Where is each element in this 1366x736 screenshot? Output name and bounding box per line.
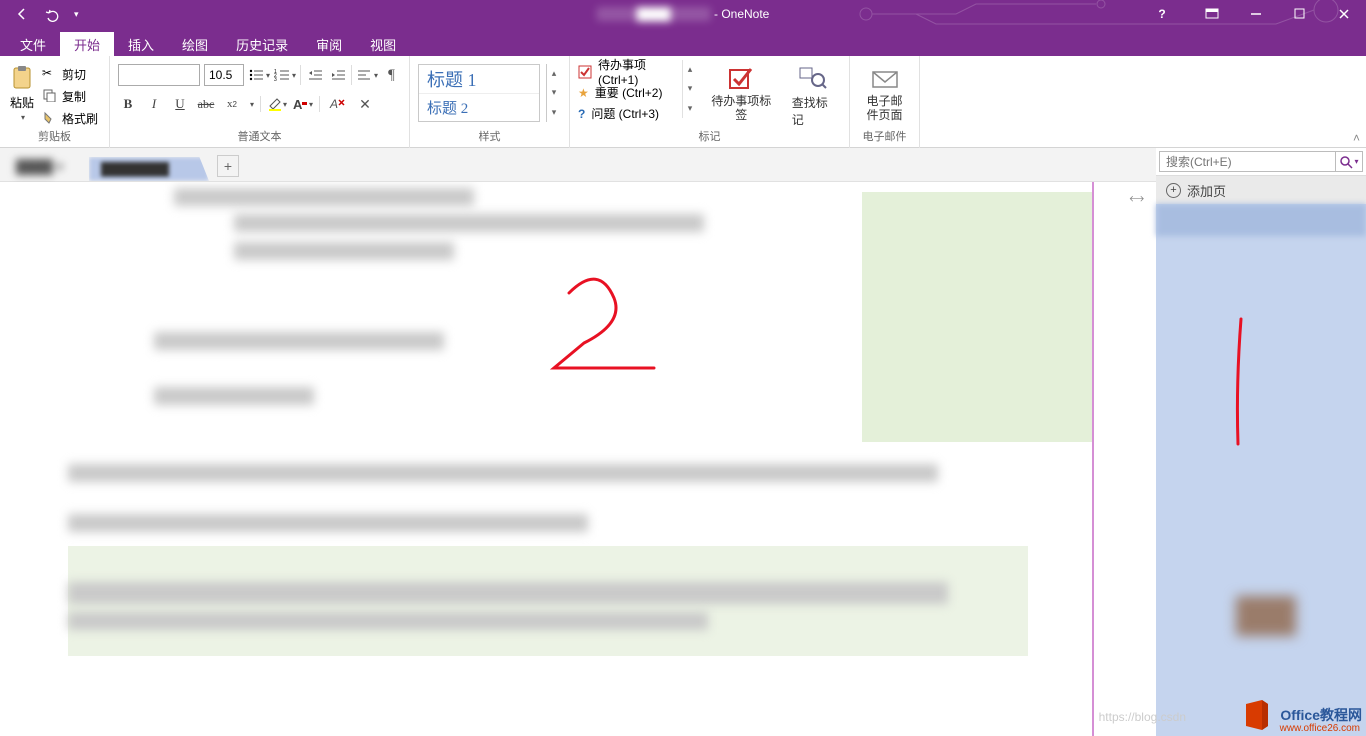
bullets-button[interactable]: ▾ xyxy=(248,65,270,85)
highlight-button[interactable]: ▾ xyxy=(267,95,287,113)
page-item-selected[interactable] xyxy=(1156,204,1366,236)
font-size-combo[interactable] xyxy=(204,64,244,86)
notebook-dropdown[interactable]: ████ ▾ xyxy=(0,153,79,181)
undo-icon[interactable] xyxy=(44,6,60,22)
tag-question[interactable]: ?问题 (Ctrl+3) xyxy=(578,104,678,123)
tab-view[interactable]: 视图 xyxy=(356,32,410,56)
styles-scroll[interactable]: ▴▾▾ xyxy=(546,64,561,122)
section-tabs-bar: ████ ▾ ████████ + xyxy=(0,148,1156,182)
tag-todo[interactable]: 待办事项 (Ctrl+1) xyxy=(578,62,678,81)
content-block xyxy=(862,192,1092,442)
bold-button[interactable]: B xyxy=(118,95,138,113)
tab-file[interactable]: 文件 xyxy=(6,32,60,56)
ribbon-tabs: 文件 开始 插入 绘图 历史记录 审阅 视图 xyxy=(0,28,1366,56)
strike-button[interactable]: abc xyxy=(196,95,216,113)
group-tags: 待办事项 (Ctrl+1) ★重要 (Ctrl+2) ?问题 (Ctrl+3) … xyxy=(570,56,850,148)
add-page-button[interactable]: + 添加页 xyxy=(1156,176,1366,204)
tags-scroll[interactable]: ▴▾▾ xyxy=(682,60,696,118)
title-bar: ▾ ████ - OneNote ? xyxy=(0,0,1366,28)
group-label-styles: 样式 xyxy=(418,128,561,146)
align-button[interactable]: ▾ xyxy=(356,65,378,85)
tab-home[interactable]: 开始 xyxy=(60,32,114,56)
group-clipboard: 粘贴▾ ✂剪切 复制 格式刷 剪贴板 xyxy=(0,56,110,148)
star-icon: ★ xyxy=(578,86,589,100)
font-name-combo[interactable] xyxy=(118,64,200,86)
workspace: ████ ▾ ████████ + ⤢ ▾ + xyxy=(0,148,1366,736)
plus-icon: + xyxy=(1166,183,1181,198)
group-label-text: 普通文本 xyxy=(118,128,401,146)
group-label-email: 电子邮件 xyxy=(858,128,911,146)
style-heading1[interactable]: 标题 1 xyxy=(419,65,539,94)
svg-text:3: 3 xyxy=(274,77,277,82)
group-label-clipboard: 剪贴板 xyxy=(8,128,101,146)
expand-page-icon[interactable]: ⤢ xyxy=(1126,189,1146,209)
delete-button[interactable]: ✕ xyxy=(354,94,376,114)
question-icon: ? xyxy=(578,107,585,121)
find-tags-button[interactable]: 查找标记 xyxy=(786,60,841,128)
tag-important[interactable]: ★重要 (Ctrl+2) xyxy=(578,83,678,102)
email-page-button[interactable]: 电子邮件页面 xyxy=(858,60,911,123)
minimize-button[interactable] xyxy=(1234,0,1278,28)
font-color-button[interactable]: A▾ xyxy=(293,95,313,113)
group-email: 电子邮件页面 电子邮件 xyxy=(850,56,920,148)
page-thumbnail xyxy=(1236,596,1296,636)
brush-icon xyxy=(42,110,58,126)
search-button[interactable]: ▾ xyxy=(1335,151,1363,172)
copy-icon xyxy=(42,88,58,104)
todo-tag-button[interactable]: 待办事项标签 xyxy=(703,60,780,123)
ribbon: 粘贴▾ ✂剪切 复制 格式刷 剪贴板 ▾ 123▾ ▾ ¶ xyxy=(0,56,1366,148)
watermark-url: www.office26.com xyxy=(1280,723,1360,734)
back-icon[interactable] xyxy=(14,6,30,22)
tab-review[interactable]: 审阅 xyxy=(302,32,356,56)
numbering-button[interactable]: 123▾ xyxy=(274,65,296,85)
search-input[interactable] xyxy=(1159,151,1335,172)
paragraph-mark-button[interactable]: ¶ xyxy=(382,65,401,85)
tab-insert[interactable]: 插入 xyxy=(114,32,168,56)
clear-formatting-button[interactable]: A xyxy=(326,94,348,114)
group-styles: 标题 1 标题 2 ▴▾▾ 样式 xyxy=(410,56,570,148)
copy-button[interactable]: 复制 xyxy=(42,86,98,106)
cut-button[interactable]: ✂剪切 xyxy=(42,64,98,84)
collapse-ribbon-icon[interactable]: ˄ xyxy=(1353,131,1360,145)
qat-customize-icon[interactable]: ▾ xyxy=(74,9,79,20)
paste-button[interactable]: 粘贴▾ xyxy=(8,60,36,122)
scissors-icon: ✂ xyxy=(42,66,58,82)
svg-text:A: A xyxy=(329,97,338,111)
underline-button[interactable]: U xyxy=(170,95,190,113)
tab-history[interactable]: 历史记录 xyxy=(222,32,302,56)
help-button[interactable]: ? xyxy=(1140,0,1184,28)
script-dropdown[interactable]: ▾ xyxy=(250,100,254,109)
ink-annotation-1 xyxy=(1226,314,1256,454)
page-list[interactable] xyxy=(1156,204,1366,736)
background-url-text: https://blog.csdn xyxy=(1099,710,1186,724)
styles-gallery[interactable]: 标题 1 标题 2 xyxy=(418,64,540,122)
subscript-button[interactable]: x2 xyxy=(222,95,242,113)
format-painter-button[interactable]: 格式刷 xyxy=(42,108,98,128)
tab-draw[interactable]: 绘图 xyxy=(168,32,222,56)
tags-gallery[interactable]: 待办事项 (Ctrl+1) ★重要 (Ctrl+2) ?问题 (Ctrl+3) xyxy=(578,62,678,123)
ribbon-display-icon[interactable] xyxy=(1190,0,1234,28)
italic-button[interactable]: I xyxy=(144,95,164,113)
style-heading2[interactable]: 标题 2 xyxy=(419,94,539,122)
section-tab-active[interactable]: ████████ xyxy=(89,157,209,181)
indent-button[interactable] xyxy=(328,65,347,85)
outdent-button[interactable] xyxy=(305,65,324,85)
office-logo-icon xyxy=(1240,698,1274,732)
close-button[interactable] xyxy=(1322,0,1366,28)
ink-annotation-2 xyxy=(534,268,684,398)
window-title: ████ - OneNote xyxy=(597,7,770,21)
add-section-button[interactable]: + xyxy=(217,155,239,177)
page-pane: ▾ + 添加页 xyxy=(1156,148,1366,736)
page-canvas[interactable] xyxy=(0,182,1100,736)
checkbox-icon xyxy=(578,65,592,79)
group-label-tags: 标记 xyxy=(578,128,841,146)
group-basic-text: ▾ 123▾ ▾ ¶ B I U abc x2 ▾ ▾ A▾ A xyxy=(110,56,410,148)
maximize-button[interactable] xyxy=(1278,0,1322,28)
